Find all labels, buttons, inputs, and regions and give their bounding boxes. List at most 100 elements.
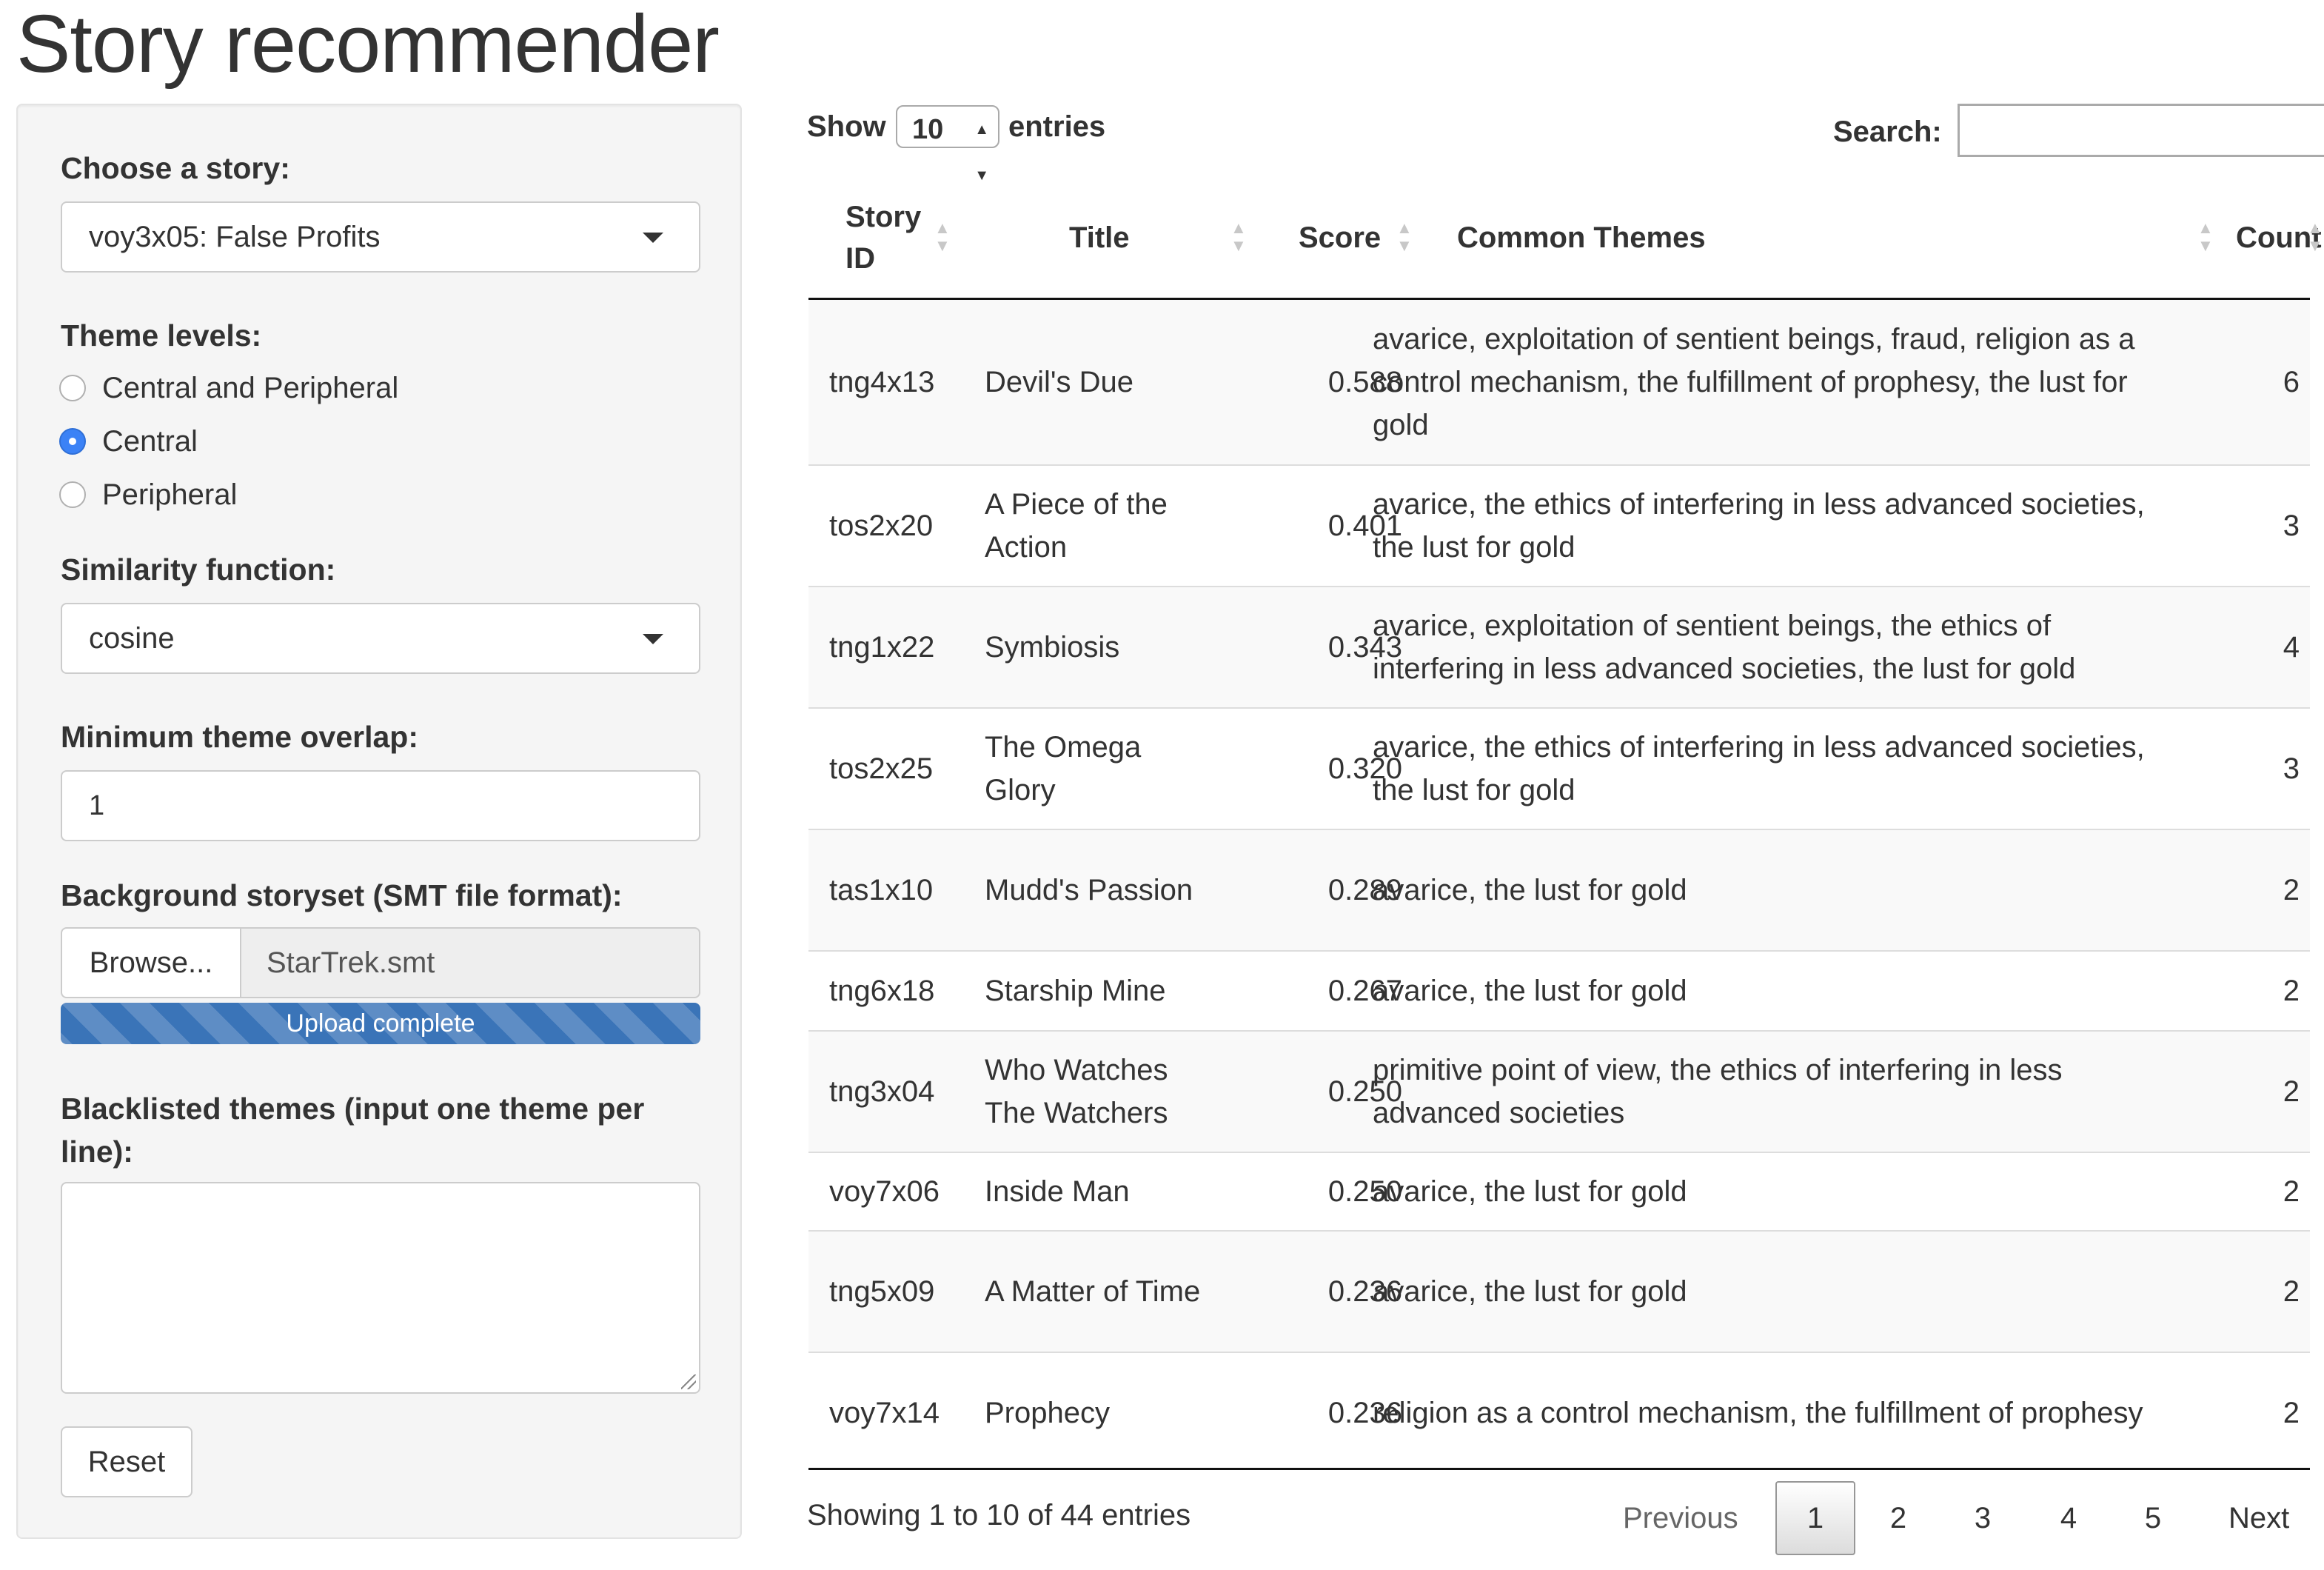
common-themes-cell: avarice, the ethics of interfering in le… (1373, 731, 2145, 806)
common-themes-cell: religion as a control mechanism, the ful… (1373, 1397, 2143, 1429)
similarity-label: Similarity function: (61, 552, 336, 587)
table-row[interactable]: tng1x22 Symbiosis 0.343 avarice, exploitati… (808, 586, 2310, 707)
sort-icon: ▲ ▼ (1396, 218, 1413, 255)
overlap-input[interactable]: 1 (61, 770, 700, 841)
count-cell: 2 (2283, 874, 2300, 906)
story-id-cell: tos2x20 (829, 510, 934, 542)
story-id-cell: voy7x14 (829, 1397, 940, 1429)
header-title[interactable]: Title ▲ ▼ (962, 178, 1247, 298)
table-row[interactable]: tas1x10 Mudd's Passion 0.289 avarice, the l… (808, 829, 2310, 950)
common-themes-cell: avarice, the lust for gold (1373, 1275, 1687, 1308)
title-cell: A Matter of Time (985, 1275, 1201, 1308)
title-cell: The Omega Glory (985, 731, 1142, 806)
story-id-cell: voy7x06 (829, 1175, 940, 1208)
theme-levels-label: Theme levels: (61, 318, 262, 353)
entries-per-page-select[interactable]: 10 ▲ ▼ (896, 105, 999, 184)
page-button[interactable]: 3 (1944, 1481, 2021, 1555)
chevron-down-icon (643, 634, 663, 644)
count-cell: 3 (2283, 510, 2300, 542)
table-info: Showing 1 to 10 of 44 entries (807, 1499, 1191, 1531)
radio-label: Peripheral (102, 478, 238, 511)
file-upload: Browse... StarTrek.smt (61, 927, 700, 998)
title-cell: Devil's Due (985, 366, 1134, 398)
radio-button-icon[interactable] (59, 375, 86, 401)
reset-button[interactable]: Reset (61, 1426, 192, 1497)
title-cell: Prophecy (985, 1397, 1110, 1429)
header-count[interactable]: Count ▲ ▼ (2230, 178, 2323, 298)
common-themes-cell: avarice, the ethics of interfering in le… (1373, 488, 2145, 564)
table-row[interactable]: tng4x13 Devil's Due 0.588 avarice, exploita… (808, 300, 2310, 464)
table-row[interactable]: voy7x06 Inside Man 0.250 avarice, the lust … (808, 1152, 2310, 1230)
entries-label: entries (1008, 110, 1106, 143)
table-row[interactable]: voy7x14 Prophecy 0.236 religion as a contro… (808, 1352, 2310, 1473)
title-cell: A Piece of the Action (985, 488, 1168, 564)
header-story-id-line2: ID (845, 242, 875, 275)
sidebar-panel: Choose a story: voy3x05: False Profits T… (16, 104, 742, 1539)
header-story-id[interactable]: Story ID ▲ ▼ (808, 178, 957, 298)
count-cell: 4 (2283, 631, 2300, 664)
similarity-select[interactable]: cosine (61, 603, 700, 674)
header-common-themes-label: Common Themes (1457, 221, 1706, 254)
search-input[interactable] (1958, 104, 2324, 157)
header-common-themes[interactable]: Common Themes ▲ ▼ (1423, 178, 2223, 298)
title-cell: Inside Man (985, 1175, 1130, 1208)
radio-button-selected-icon[interactable] (59, 428, 86, 455)
page-button[interactable]: 5 (2114, 1481, 2191, 1555)
table-row[interactable]: tng5x09 A Matter of Time 0.236 avarice, the… (808, 1230, 2310, 1352)
common-themes-cell: avarice, exploitation of sentient beings… (1373, 609, 2076, 685)
browse-button[interactable]: Browse... (61, 927, 241, 998)
blacklist-label: Blacklisted themes (input one theme per … (61, 1087, 644, 1173)
story-id-cell: tos2x25 (829, 752, 934, 785)
page-button[interactable]: 4 (2030, 1481, 2107, 1555)
overlap-label: Minimum theme overlap: (61, 720, 418, 754)
table-row[interactable]: tng3x04 Who Watches The Watchers 0.250 prim… (808, 1030, 2310, 1152)
upload-progress-bar: Upload complete (61, 1003, 700, 1044)
page-button[interactable]: 2 (1860, 1481, 1937, 1555)
table-row[interactable]: tng6x18 Starship Mine 0.267 avarice, the lu… (808, 950, 2310, 1030)
similarity-select-value: cosine (89, 622, 175, 655)
resize-handle-icon[interactable] (681, 1374, 696, 1389)
story-label: Choose a story: (61, 151, 290, 185)
count-cell: 3 (2283, 752, 2300, 785)
story-id-cell: tng5x09 (829, 1275, 935, 1308)
results-table: Story ID ▲ ▼ Title ▲ ▼ Score ▲ ▼ Common The… (808, 178, 2323, 1429)
page-button-active[interactable]: 1 (1775, 1481, 1855, 1555)
file-name-field: StarTrek.smt (240, 927, 700, 998)
table-row[interactable]: tos2x25 The Omega Glory 0.320 avarice, the … (808, 707, 2310, 829)
story-select[interactable]: voy3x05: False Profits (61, 201, 700, 273)
sort-icon: ▲ ▼ (1230, 218, 1247, 255)
title-cell: Starship Mine (985, 975, 1166, 1007)
story-id-cell: tng1x22 (829, 631, 935, 664)
count-cell: 2 (2283, 1275, 2300, 1308)
common-themes-cell: avarice, the lust for gold (1373, 1175, 1687, 1208)
chevron-down-icon (643, 233, 663, 243)
count-cell: 6 (2283, 366, 2300, 398)
table-bottom-border (808, 1468, 2310, 1470)
sort-icon: ▲ ▼ (2197, 218, 2214, 255)
search-label: Search: (1833, 116, 1942, 148)
common-themes-cell: avarice, the lust for gold (1373, 975, 1687, 1007)
previous-page-button[interactable]: Previous (1623, 1481, 1738, 1555)
story-select-value: voy3x05: False Profits (89, 221, 381, 253)
story-id-cell: tas1x10 (829, 874, 934, 906)
sort-icon: ▲ ▼ (934, 218, 951, 255)
next-page-button[interactable]: Next (2228, 1481, 2289, 1555)
header-score[interactable]: Score ▲ ▼ (1253, 178, 1416, 298)
common-themes-cell: avarice, the lust for gold (1373, 874, 1687, 906)
blacklist-textarea[interactable] (61, 1182, 700, 1394)
count-cell: 2 (2283, 1075, 2300, 1108)
app-title: Story recommender (16, 0, 720, 90)
header-score-label: Score (1299, 221, 1382, 254)
title-cell: Mudd's Passion (985, 874, 1193, 906)
upload-status: Upload complete (286, 1009, 475, 1038)
blacklist-label-line1: Blacklisted themes (input one theme per (61, 1092, 645, 1126)
common-themes-cell: avarice, exploitation of sentient beings… (1373, 323, 2135, 441)
show-label: Show (807, 110, 886, 143)
radio-button-icon[interactable] (59, 481, 86, 508)
count-cell: 2 (2283, 975, 2300, 1007)
story-id-cell: tng6x18 (829, 975, 935, 1007)
entries-per-page-value: 10 (912, 114, 944, 145)
count-cell: 2 (2283, 1175, 2300, 1208)
table-row[interactable]: tos2x20 A Piece of the Action 0.401 avarice… (808, 464, 2310, 586)
table-header: Story ID ▲ ▼ Title ▲ ▼ Score ▲ ▼ Common The… (808, 178, 2323, 300)
